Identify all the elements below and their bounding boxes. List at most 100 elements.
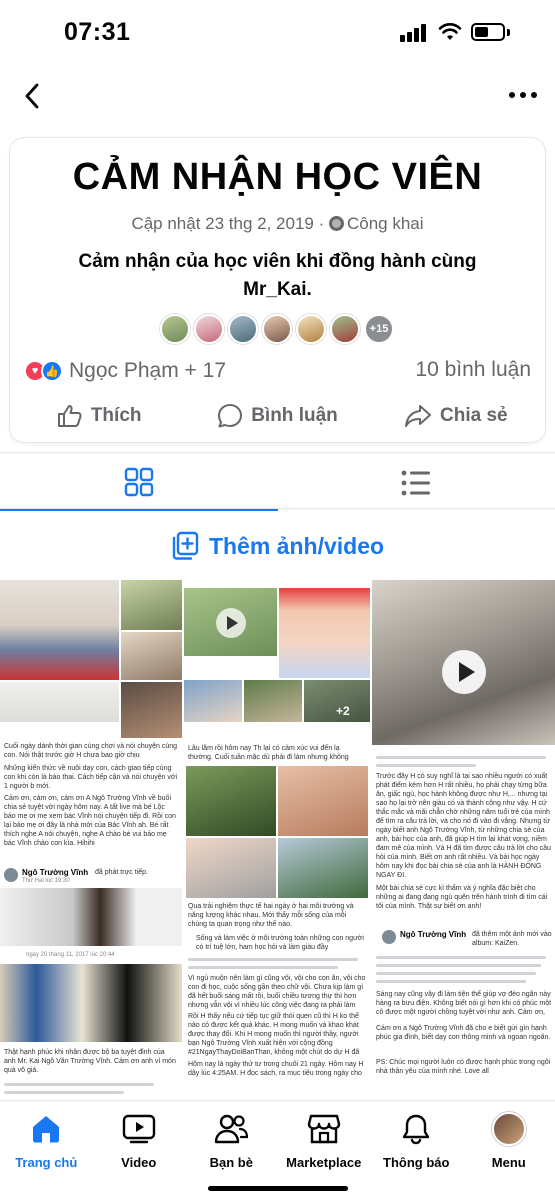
post-text: Thật hạnh phúc khi nhận được bộ ba tuyệt… [4,1049,176,1074]
album-updated: Cập nhật 23 thg 2, 2019 · [131,214,329,233]
share-label: Chia sẻ [440,405,508,426]
comment-button[interactable]: Bình luận [188,396,366,436]
nav-home-label: Trang chủ [15,1155,78,1170]
like-reaction-icon: 👍 [41,360,63,382]
nav-video-label: Video [121,1155,157,1170]
nav-menu[interactable]: Menu [463,1101,555,1200]
contributor-avatars[interactable]: +15 [160,314,394,346]
photo-grid: Cuối ngày dành thời gian cùng chơi và nó… [0,580,555,1100]
bell-icon [398,1111,434,1147]
add-photo-label: Thêm ảnh/video [208,532,385,559]
more-options-button[interactable] [500,80,546,110]
post-text: Cảm ơn, cảm ơn, cảm ơn A Ngô Trường Vĩnh… [4,795,176,847]
comment-bubble-icon [218,404,243,428]
photo-family [0,682,119,722]
photo-man-with-child [121,682,182,738]
avatar [4,868,18,882]
cellular-signal-icon [400,24,428,42]
post-text: Hôm nay là ngày thứ tư trong chuỗi 21 ng… [188,1061,364,1077]
post-date: ngày 20 tháng 11, 2017 lúc 20:44 [26,952,115,958]
post-author: Ngô Trường Vĩnh [400,930,467,939]
wifi-icon [438,23,462,40]
more-photos-badge: +2 [336,704,350,718]
nav-notifications[interactable]: Thông báo [370,1101,463,1200]
avatar [330,314,360,344]
add-photo-video-button[interactable]: Thêm ảnh/video [0,526,555,566]
photo-child-playing [121,580,182,630]
like-button[interactable]: Thích [10,396,188,436]
back-button[interactable] [14,76,50,116]
play-icon [216,608,246,638]
post-text: Sống và làm việc ở môi trường toàn những… [196,935,364,951]
photo-forest-walk [186,766,276,836]
post-author: Ngô Trường Vĩnh [22,868,89,877]
photo-girls-bows [279,588,370,678]
photo-woman-tree [244,680,302,722]
photo-child-sitting [121,632,182,680]
nav-home[interactable]: Trang chủ [0,1101,93,1200]
album-page: 07:31 CẢM NHẬN HỌC VIÊN Cập nhật 23 thg … [0,0,555,1200]
photo-tile[interactable]: +2 Lâu lắm rồi hôm nay Th lại có cảm xúc… [184,580,370,1100]
post-text: Trước đây H có suy nghĩ là tại sao nhiều… [376,773,551,879]
battery-icon [471,23,505,41]
avatar [296,314,326,344]
avatar [160,314,190,344]
album-privacy[interactable]: Công khai [347,214,424,233]
avatar [194,314,224,344]
status-bar: 07:31 [0,0,555,62]
nav-video[interactable]: Video [93,1101,186,1200]
tab-list-view[interactable] [278,455,555,511]
video-icon [121,1111,157,1147]
like-label: Thích [90,405,142,426]
globe-icon [328,216,344,231]
album-title: CẢM NHẬN HỌC VIÊN [72,156,483,198]
post-text: Những kiến thức về nuôi dạy con, cách gi… [4,765,178,790]
avatar [262,314,292,344]
reactions-text: Ngọc Phạm + 17 [69,359,227,382]
bottom-navigation: Trang chủ Video Bạn bè Marketplace Thông… [0,1100,555,1200]
album-meta: Cập nhật 23 thg 2, 2019 · Công khai [10,214,545,234]
post-text: Lâu lắm rồi hôm nay Th lại có cảm xúc vu… [188,745,349,761]
marketplace-store-icon [306,1111,342,1147]
photo-tile[interactable]: Cuối ngày dành thời gian cùng chơi và nó… [0,580,182,1100]
grid-view-icon [124,467,153,496]
post-action: đã thêm một ảnh mới vào album: KaiZen. [472,931,552,947]
nav-marketplace-label: Marketplace [286,1155,362,1170]
thumbs-up-icon [57,405,82,427]
home-icon [28,1111,64,1147]
chevron-left-icon [25,83,39,109]
more-dots-icon [509,92,515,98]
comment-label: Bình luận [251,405,338,426]
post-action: đã phát trực tiếp. [95,869,148,876]
photo-woman-flowers [278,766,368,836]
photo-child-with-toy [0,580,119,680]
album-description: Cảm nhận của học viên khi đồng hành cùng… [78,251,477,300]
photo-tea-hills [278,838,368,898]
tab-grid-view[interactable] [0,455,278,511]
nav-notifications-label: Thông báo [383,1155,450,1170]
photo-tile[interactable]: Trước đây H có suy nghĩ là tại sao nhiều… [372,580,555,1100]
post-date: Thứ Hai lúc 19:30 [22,878,70,884]
add-photo-icon [172,531,199,560]
post-text: PS: Chúc mọi người luôn có được hạnh phú… [376,1059,551,1075]
photo-woman-smiling [186,838,276,898]
view-toggle [0,455,555,511]
play-icon [442,650,486,694]
post-text: Qua trải nghiệm thực tế hai ngày ở hai m… [188,903,354,928]
action-row: Thích Bình luận Chia sẻ [10,396,545,436]
share-button[interactable]: Chia sẻ [367,396,545,436]
comments-count[interactable]: 10 bình luận [415,358,531,382]
post-text: Rồi H thấy nếu cứ tiếp tục giữ thói quen… [188,1013,360,1056]
post-text: Vì ngủ muộn nên làm gì cũng vội, vội cho… [188,975,366,1009]
nav-menu-label: Menu [491,1155,526,1170]
list-view-icon [401,470,431,496]
more-contributors-badge: +15 [364,314,394,344]
photo-livestream-man [0,888,182,946]
avatar [382,930,396,944]
nav-friends-label: Bạn bè [209,1155,253,1170]
avatar [228,314,258,344]
post-text: Một bài chia sẻ cực kì thấm và ý nghĩa đ… [376,885,548,910]
friends-icon [213,1111,249,1147]
album-info-card: CẢM NHẬN HỌC VIÊN Cập nhật 23 thg 2, 201… [10,138,545,442]
reactions-summary[interactable]: ♥ 👍 Ngọc Phạm + 17 [24,356,226,386]
